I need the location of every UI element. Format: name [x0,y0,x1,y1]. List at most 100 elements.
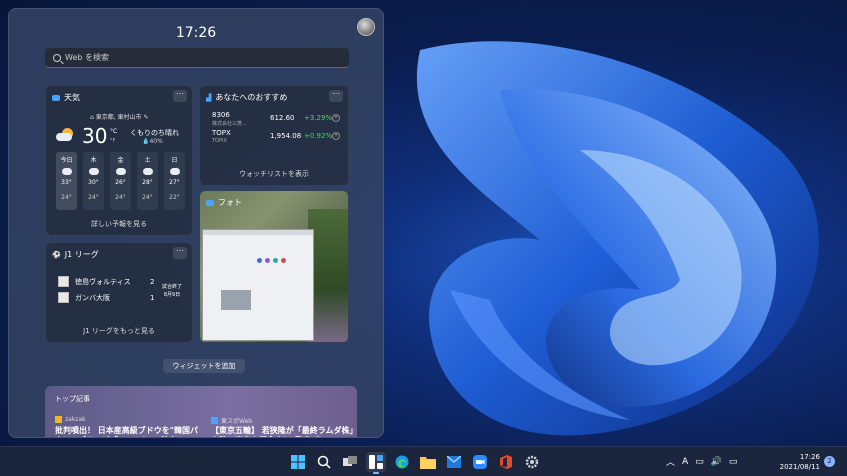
forecast-low: 22° [169,194,180,201]
weather-location[interactable]: ⌂ 東京都, 東村山市 ✎ [90,112,148,121]
volume-icon[interactable]: 🔊 [711,457,722,467]
stock-row[interactable]: 8306 株式会社三菱... 612.60 +3.29% + [212,111,340,127]
forecast-day[interactable]: 日 27° 22° [164,152,185,210]
story-headline[interactable]: 【東京五輪】 若狭隆が「最終ラムダ株」上陸の東京を懸念中に"警察 表メ [211,426,361,437]
edge-icon[interactable] [392,452,412,472]
forecast-day[interactable]: 今日 33° 24° [56,152,77,210]
search-icon[interactable] [314,452,334,472]
team-logo [58,276,69,287]
stock-price: 1,954.08 [270,132,302,140]
unit-fahrenheit[interactable]: °F [110,138,115,144]
ime-indicator[interactable]: A [682,457,688,467]
jleague-widget[interactable]: ⚽ J1 リーグ ⋯ 徳島ヴォルティス 2 ガンバ大阪 1 試合終了 8月9日 … [45,242,193,343]
team-row[interactable]: ガンバ大阪 [58,292,110,303]
weather-widget-icon [52,94,60,101]
task-view-icon[interactable] [340,452,360,472]
file-explorer-icon[interactable] [418,452,438,472]
unit-celsius[interactable]: °C [110,128,117,135]
weather-title-row: 天気 [52,92,80,103]
story-source-name: 東スポWeb [221,418,253,425]
settings-icon[interactable] [522,452,542,472]
taskbar-clock[interactable]: 17:26 2021/08/11 [776,452,820,472]
story-source: 東スポWeb [211,416,252,425]
user-avatar[interactable] [357,18,375,36]
forecast-high: 33° [61,179,72,186]
tospo-logo-icon [211,417,218,424]
taskbar-apps [288,452,542,474]
wallpaper-bloom [416,41,819,436]
forecast-high: 26° [115,179,126,186]
stock-chart-icon: ▟ [206,93,212,102]
soccer-icon: ⚽ [52,250,61,259]
stock-row[interactable]: TOPX TOPIX 1,954.08 +0.92% + [212,129,340,144]
jleague-title: J1 リーグ [64,250,99,259]
stock-change: +0.92% [304,132,333,140]
rain-cloud-icon [115,168,126,175]
stocks-more-button[interactable]: ⋯ [329,90,343,102]
rain-chance-value: 40% [149,138,163,145]
forecast-day-label: 木 [90,157,97,164]
widgets-panel: 17:26 Web を検索 天気 ⋯ ⌂ 東京都, 東村山市 ✎ 30 °C °… [8,8,384,438]
partly-cloudy-icon [88,165,99,175]
stock-price: 612.60 [270,114,295,122]
partly-cloudy-icon [56,128,76,142]
taskbar: ︿ A ▭ 🔊 ▭ 17:26 2021/08/11 2 [0,446,847,476]
search-icon [53,53,61,62]
team-name: 徳島ヴォルティス [75,277,131,286]
show-watchlist-link[interactable]: ウォッチリストを表示 [200,169,348,179]
taskbar-date: 2021/08/11 [779,463,820,471]
forecast-day-label: 金 [117,157,124,164]
widgets-icon[interactable] [366,452,386,474]
team-name: ガンバ大阪 [75,293,110,302]
match-status: 試合終了 8月9日 [162,283,182,299]
stocks-widget[interactable]: ▟ あなたへのおすすめ ⋯ 8306 株式会社三菱... 612.60 +3.2… [199,85,349,186]
jleague-title-row: ⚽ J1 リーグ [52,249,99,260]
jleague-more-link[interactable]: J1 リーグをもっと見る [46,326,192,336]
weather-condition: くもりのち晴れ [130,129,179,137]
forecast-day-label: 日 [171,157,178,164]
zoom-icon[interactable] [470,452,490,472]
edit-icon: ✎ [141,114,149,121]
office-icon[interactable] [496,452,516,472]
display-icon[interactable]: ▭ [695,457,704,467]
forecast-day[interactable]: 金 26° 24° [110,152,131,210]
weather-widget[interactable]: 天気 ⋯ ⌂ 東京都, 東村山市 ✎ 30 °C °F くもりのち晴れ 💧40%… [45,85,193,236]
partly-cloudy-icon [61,165,72,175]
detailed-forecast-link[interactable]: 詳しい予報を見る [46,219,192,229]
start-icon[interactable] [288,452,308,472]
forecast-day-label: 土 [144,157,151,164]
team-row[interactable]: 徳島ヴォルティス [58,276,131,287]
team-score: 1 [150,294,155,302]
system-tray: ︿ A ▭ 🔊 ▭ [666,455,738,469]
rain-chance: 💧40% [142,138,163,145]
web-search-box[interactable]: Web を検索 [45,48,349,68]
cloud-icon [142,168,153,175]
forecast-day[interactable]: 木 30° 24° [83,152,104,210]
story-headline[interactable]: 批判噴出！ 日本産高級ブドウを"韓国パクリ" ブテレビ「イット！」 韓自 [55,426,205,437]
partly-cloudy-icon [169,165,180,175]
add-watchlist-icon[interactable]: + [332,114,340,122]
forecast-day[interactable]: 土 28° 24° [137,152,158,210]
chevron-up-icon[interactable]: ︿ [666,455,675,468]
photos-widget[interactable]: フォト [199,190,349,343]
mail-icon[interactable] [444,452,464,472]
story-source: zakzak [55,416,86,423]
add-watchlist-icon[interactable]: + [332,132,340,140]
forecast-high: 28° [142,179,153,186]
taskbar-time: 17:26 [799,453,820,461]
top-stories: トップ記事 zakzak 批判噴出！ 日本産高級ブドウを"韓国パクリ" ブテレビ… [45,386,358,437]
team-logo [58,292,69,303]
photos-widget-icon [206,199,214,206]
weather-more-button[interactable]: ⋯ [173,90,187,102]
top-stories-title: トップ記事 [55,395,90,403]
forecast-high: 30° [88,179,99,186]
match-date: 8月9日 [163,292,181,298]
battery-icon[interactable]: ▭ [729,457,738,467]
stocks-title-row: ▟ あなたへのおすすめ [206,92,287,103]
jleague-more-button[interactable]: ⋯ [173,247,187,259]
stock-change: +3.29% [304,114,333,122]
weather-location-text: 東京都, 東村山市 [95,114,142,121]
forecast-low: 24° [115,194,126,201]
add-widget-button[interactable]: ウィジェットを追加 [163,359,245,373]
notification-badge[interactable]: 2 [824,456,835,467]
